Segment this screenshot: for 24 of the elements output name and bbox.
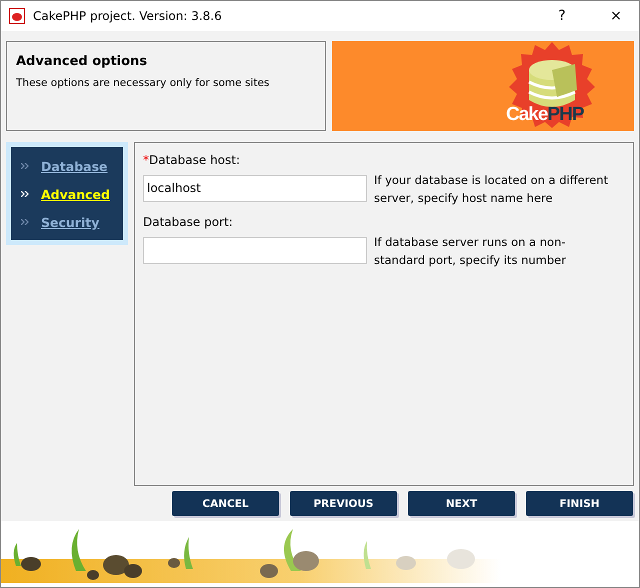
input-field[interactable] [143,236,367,264]
input-field[interactable]: localhost [143,174,367,202]
window-title: CakePHP project. Version: 3.8.6 [33,9,223,23]
wizard-button[interactable]: FINISH [526,491,633,516]
chevron-icon [21,163,29,170]
logo-text: CakePHP [506,104,584,126]
cake-icon [507,42,597,128]
step-link[interactable]: Database [41,158,108,174]
page-title: Advanced options [16,54,148,69]
wizard-button[interactable]: NEXT [408,491,515,516]
app-icon [9,8,25,24]
field-label: Database port: [143,214,234,229]
step-link[interactable]: Security [41,214,100,230]
field-label: *Database host: [143,152,242,167]
close-button[interactable]: × [593,1,639,31]
chevron-icon [21,191,29,198]
help-button[interactable]: ? [539,1,585,31]
help-text: If your database is located on a different server, specify host name here [374,172,610,207]
help-text: If database server runs on a non-standard port, specify its number [374,234,567,269]
page-subtitle: These options are necessary only for some sites [16,77,270,89]
wizard-button[interactable]: PREVIOUS [290,491,397,516]
wizard-button[interactable]: CANCEL [172,491,279,516]
chevron-icon [21,219,29,226]
step-link[interactable]: Advanced [41,186,110,202]
